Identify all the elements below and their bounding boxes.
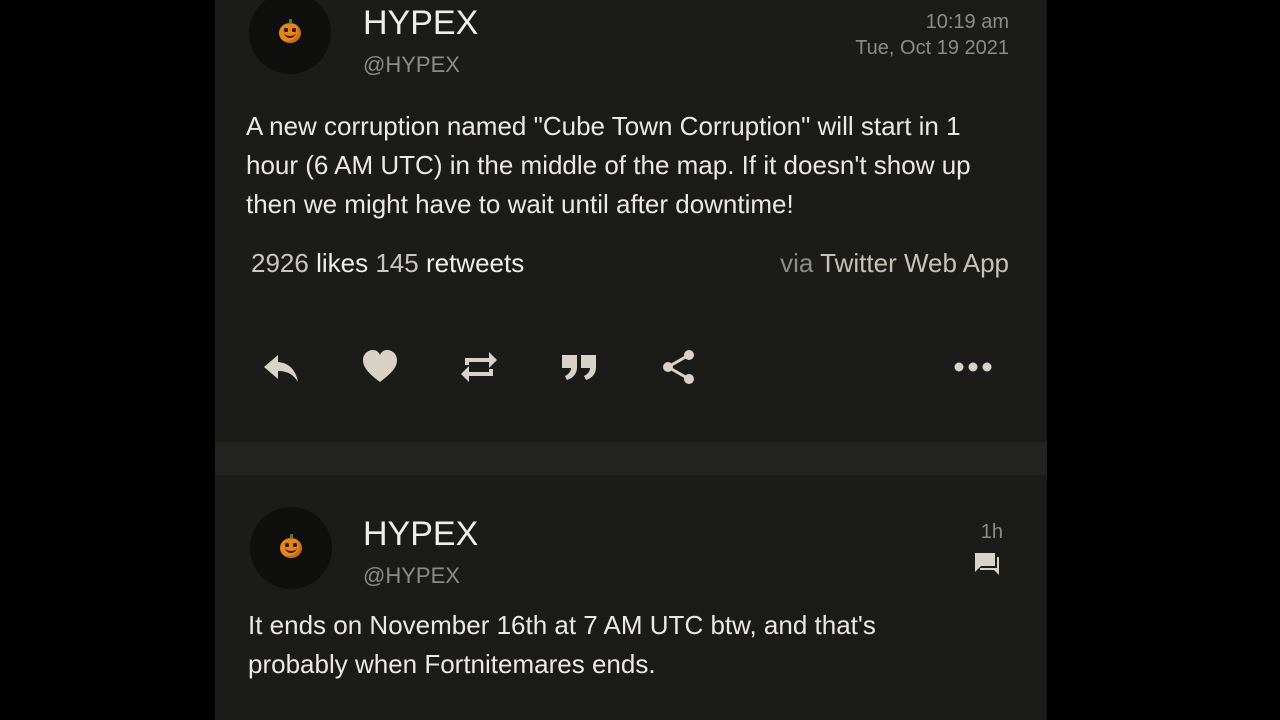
via-source: via Twitter Web App: [780, 248, 1009, 279]
tweet-text-line: A new corruption named "Cube Town Corrup…: [246, 111, 961, 141]
share-icon: [663, 350, 694, 384]
message-icon: [975, 553, 999, 575]
tweet-date: Tue, Oct 19 2021: [855, 37, 1009, 59]
pumpkin-icon: [280, 534, 302, 558]
retweets-label[interactable]: retweets: [426, 248, 524, 278]
like-button[interactable]: [358, 345, 402, 389]
more-icon: [954, 362, 992, 372]
reply-button[interactable]: [259, 345, 303, 389]
author-name[interactable]: HYPEX: [363, 4, 478, 43]
more-button[interactable]: [951, 345, 995, 389]
tweet-text-line: hour (6 AM UTC) in the middle of the map…: [246, 150, 971, 180]
tweet-text-line: probably when Fortnitemares ends.: [248, 649, 656, 679]
tweet-item[interactable]: HYPEX @HYPEX 1h It ends on November 16th…: [215, 475, 1047, 720]
tweet-text: A new corruption named "Cube Town Corrup…: [246, 107, 971, 224]
author-name[interactable]: HYPEX: [363, 515, 478, 554]
author-handle[interactable]: @HYPEX: [363, 563, 460, 589]
retweet-button[interactable]: [457, 345, 501, 389]
timeline-divider: [215, 442, 1047, 475]
pumpkin-icon: [279, 19, 301, 43]
tweet-time: 10:19 am Tue, Oct 19 2021: [855, 9, 1009, 61]
tweet-text-line: then we might have to wait until after d…: [246, 189, 794, 219]
quote-button[interactable]: [557, 345, 601, 389]
likes-label[interactable]: likes: [316, 248, 368, 278]
timeline-panel: HYPEX @HYPEX 10:19 am Tue, Oct 19 2021 A…: [215, 0, 1047, 720]
tweet-time-value: 10:19 am: [925, 11, 1009, 33]
tweet-text-line: It ends on November 16th at 7 AM UTC btw…: [248, 610, 876, 640]
author-handle[interactable]: @HYPEX: [363, 52, 460, 78]
tweet-detail[interactable]: HYPEX @HYPEX 10:19 am Tue, Oct 19 2021 A…: [215, 0, 1047, 442]
tweet-time: 1h: [980, 521, 1003, 543]
retweet-icon: [461, 352, 497, 382]
heart-icon: [363, 350, 397, 382]
quote-icon: [562, 355, 596, 380]
via-prefix: via: [780, 248, 814, 278]
avatar[interactable]: [250, 507, 332, 589]
reply-icon: [264, 355, 298, 382]
tweet-stats: 2926 likes 145 retweets: [251, 248, 524, 279]
retweets-count: 145: [375, 248, 419, 278]
share-button[interactable]: [657, 345, 701, 389]
tweet-text: It ends on November 16th at 7 AM UTC btw…: [248, 606, 876, 684]
likes-count: 2926: [251, 248, 309, 278]
via-app-link[interactable]: Twitter Web App: [820, 248, 1009, 278]
avatar[interactable]: [249, 0, 331, 74]
